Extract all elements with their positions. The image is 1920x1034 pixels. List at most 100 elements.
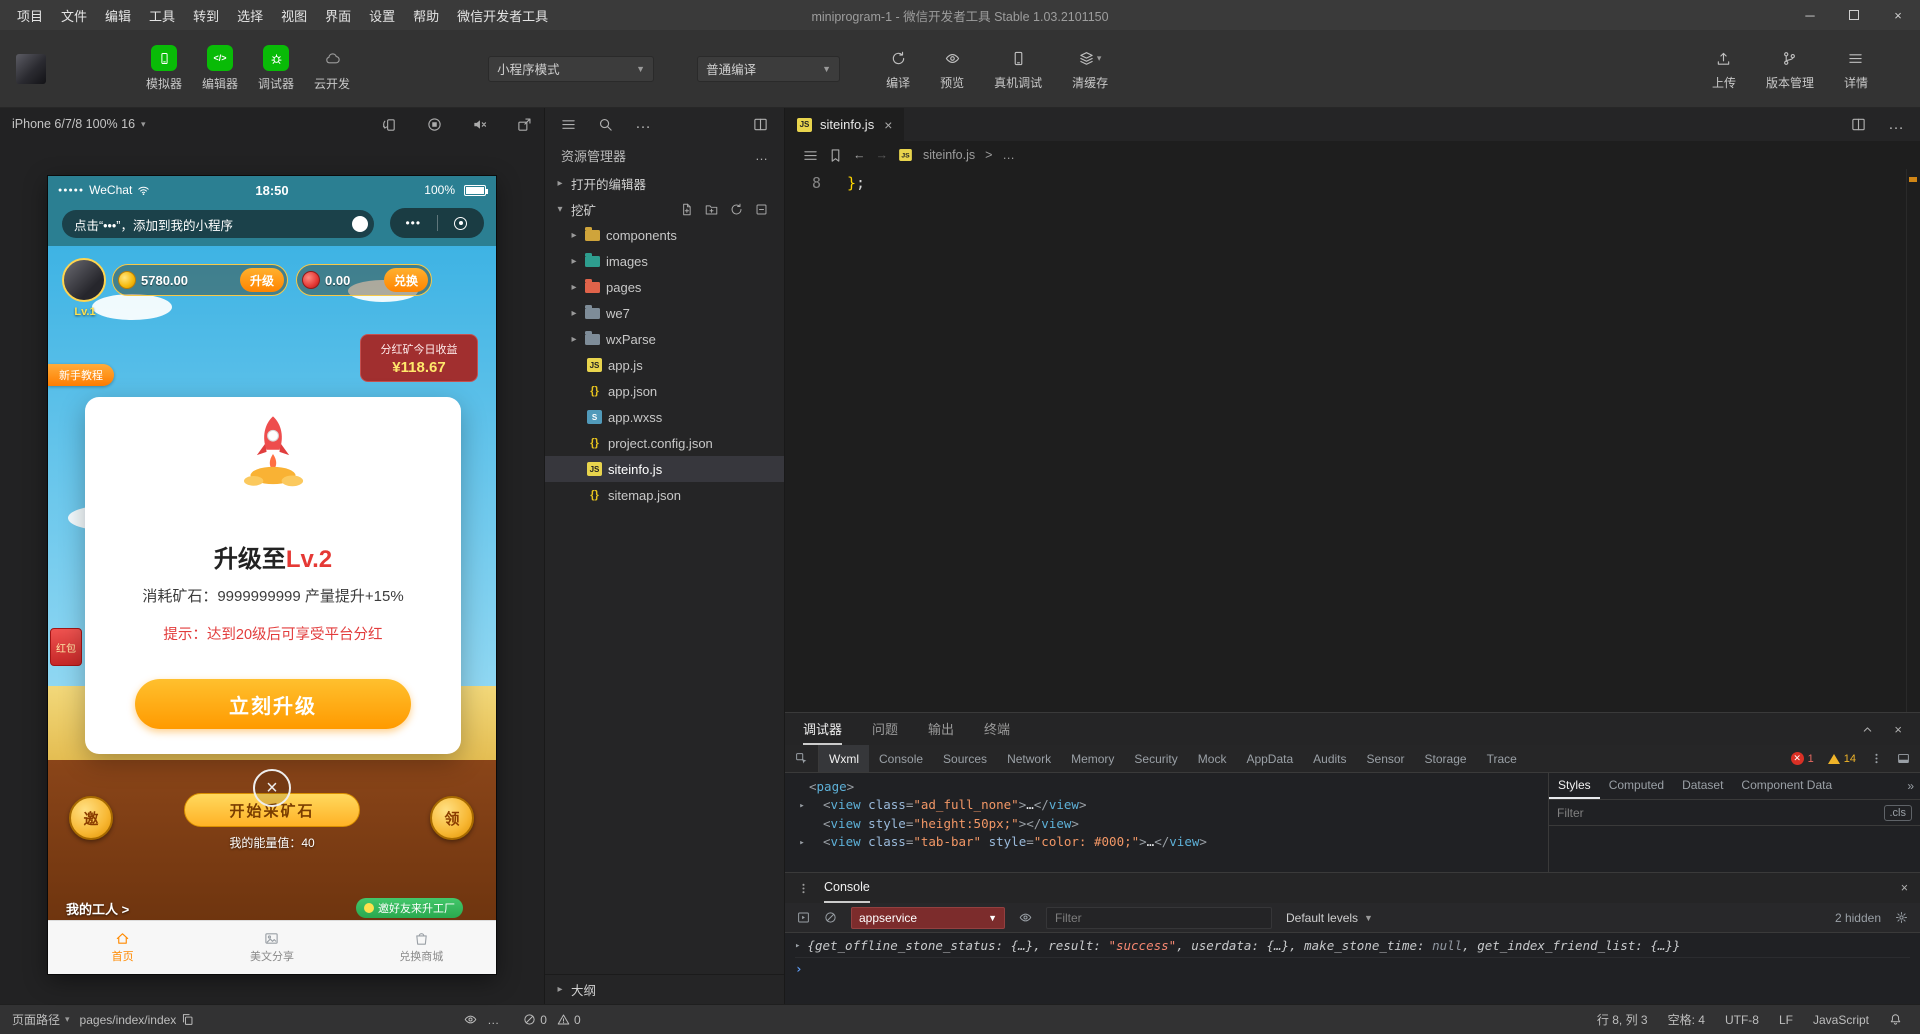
search-icon[interactable]	[598, 117, 613, 132]
maximize-button[interactable]	[1832, 0, 1876, 30]
panel-tab-terminal[interactable]: 终端	[984, 713, 1010, 745]
devtools-tab-wxml[interactable]: Wxml	[819, 745, 869, 772]
tree-folder-images[interactable]: ▸ images	[545, 248, 784, 274]
split-editor-icon[interactable]	[753, 117, 768, 132]
upload-button[interactable]: 上传	[1712, 46, 1736, 91]
problems-indicator[interactable]: 0 0	[523, 1013, 581, 1027]
more-icon[interactable]: …	[487, 1013, 499, 1027]
eye-icon[interactable]	[1019, 911, 1032, 924]
bell-icon[interactable]	[1889, 1013, 1902, 1026]
gear-icon[interactable]	[1895, 911, 1908, 924]
devtools-tab-sensor[interactable]: Sensor	[1357, 745, 1415, 772]
tab-home[interactable]: 首页	[48, 920, 197, 974]
styles-filter-input[interactable]	[1557, 805, 1876, 820]
minimize-button[interactable]: ─	[1788, 0, 1832, 30]
dock-icon[interactable]	[1897, 752, 1910, 765]
outline-section[interactable]: ▸ 大纲	[545, 974, 784, 1004]
devtools-tab-sources[interactable]: Sources	[933, 745, 997, 772]
outline-list-icon[interactable]	[561, 117, 576, 132]
page-path-select[interactable]: 页面路径 ▾	[12, 1011, 70, 1028]
breadcrumb-more[interactable]: …	[1002, 148, 1015, 162]
styles-tab-component-data[interactable]: Component Data	[1732, 773, 1841, 799]
devtools-tab-audits[interactable]: Audits	[1303, 745, 1356, 772]
encoding-setting[interactable]: UTF-8	[1725, 1013, 1759, 1027]
chevron-right-icon[interactable]: ▸	[795, 833, 809, 852]
eye-icon[interactable]	[464, 1013, 477, 1026]
cls-button[interactable]: .cls	[1883, 804, 1912, 821]
close-panel-icon[interactable]: ×	[1894, 722, 1902, 737]
breadcrumb-file[interactable]: siteinfo.js	[923, 148, 975, 162]
language-mode[interactable]: JavaScript	[1813, 1013, 1869, 1027]
menu-item[interactable]: 工具	[140, 6, 184, 25]
console-prompt-row[interactable]: ›	[795, 958, 1910, 980]
chevrons-right-icon[interactable]: »	[1901, 773, 1920, 799]
panel-tab-debugger[interactable]: 调试器	[803, 713, 843, 745]
rotate-device-icon[interactable]	[382, 117, 397, 132]
tree-file-app-wxss[interactable]: S app.wxss	[545, 404, 784, 430]
tree-folder-components[interactable]: ▸ components	[545, 222, 784, 248]
devtools-tab-security[interactable]: Security	[1124, 745, 1187, 772]
styles-tab-dataset[interactable]: Dataset	[1673, 773, 1732, 799]
explorer-more-icon[interactable]: …	[755, 148, 768, 163]
exchange-button[interactable]: 兑换	[383, 268, 428, 292]
capsule-more-button[interactable]: •••	[390, 216, 437, 230]
devtools-tab-memory[interactable]: Memory	[1061, 745, 1124, 772]
devtools-tab-appdata[interactable]: AppData	[1236, 745, 1303, 772]
tutorial-badge[interactable]: 新手教程	[48, 364, 114, 386]
popout-icon[interactable]	[517, 117, 532, 132]
clear-cache-button[interactable]: ▾ 清缓存	[1072, 46, 1108, 91]
copy-icon[interactable]	[181, 1013, 194, 1026]
panel-tab-problems[interactable]: 问题	[872, 713, 898, 745]
panel-tab-output[interactable]: 输出	[928, 713, 954, 745]
styles-tab-computed[interactable]: Computed	[1600, 773, 1673, 799]
dividend-income-box[interactable]: 分红矿今日收益 ¥118.67	[360, 334, 478, 382]
upgrade-now-button[interactable]: 立刻升级	[135, 679, 411, 729]
outline-list-icon[interactable]	[803, 148, 818, 163]
debugger-toggle-button[interactable]: 调试器	[258, 45, 294, 92]
menu-item[interactable]: 选择	[228, 6, 272, 25]
more-icon[interactable]: …	[635, 115, 651, 133]
device-debug-button[interactable]: 真机调试	[994, 46, 1042, 91]
close-console-icon[interactable]: ×	[1901, 873, 1908, 903]
tab-share[interactable]: 美文分享	[197, 920, 346, 974]
styles-tab-styles[interactable]: Styles	[1549, 773, 1600, 799]
simulator-toggle-button[interactable]: 模拟器	[146, 45, 182, 92]
compile-button[interactable]: 编译	[886, 46, 910, 91]
record-icon[interactable]	[427, 117, 442, 132]
page-path[interactable]: pages/index/index	[80, 1013, 195, 1027]
cloud-dev-button[interactable]: 云开发	[314, 45, 350, 92]
modal-close-button[interactable]: ×	[253, 769, 291, 807]
close-tab-icon[interactable]: ×	[884, 117, 892, 133]
open-editors-section[interactable]: ▸ 打开的编辑器	[545, 170, 784, 196]
back-icon[interactable]: ←	[853, 148, 866, 162]
kebab-menu-icon[interactable]	[1870, 752, 1883, 765]
split-editor-icon[interactable]	[1851, 117, 1866, 132]
user-avatar[interactable]	[16, 53, 46, 84]
menu-item[interactable]: 界面	[316, 6, 360, 25]
error-badge[interactable]: ✕ 1	[1790, 752, 1814, 765]
mute-icon[interactable]	[472, 117, 487, 132]
forward-icon[interactable]: →	[876, 148, 889, 162]
tree-file-app-js[interactable]: JS app.js	[545, 352, 784, 378]
player-avatar[interactable]	[62, 258, 106, 302]
refresh-icon[interactable]	[730, 203, 743, 216]
upgrade-button[interactable]: 升级	[239, 268, 284, 292]
console-filter-input[interactable]	[1055, 910, 1263, 925]
close-window-button[interactable]: ×	[1876, 0, 1920, 30]
clear-console-icon[interactable]	[824, 911, 837, 924]
tab-shop[interactable]: 兑换商城	[347, 920, 496, 974]
editor-toggle-button[interactable]: </> 编辑器	[202, 45, 238, 92]
red-packet-badge[interactable]: 红包	[50, 628, 82, 666]
tree-file-sitemap-json[interactable]: {} sitemap.json	[545, 482, 784, 508]
compile-mode-select[interactable]: 普通编译 ▼	[697, 55, 841, 82]
console-log-row[interactable]: ▸ {get_offline_stone_status: {…}, result…	[795, 935, 1910, 958]
chevron-right-icon[interactable]: ▸	[795, 935, 800, 957]
console-sidebar-icon[interactable]	[797, 911, 810, 924]
chevron-up-icon[interactable]	[1861, 723, 1874, 736]
menu-item[interactable]: 文件	[52, 6, 96, 25]
claim-circle-button[interactable]: 领	[430, 796, 474, 840]
capsule-exit-button[interactable]	[438, 216, 485, 230]
cursor-position[interactable]: 行 8, 列 3	[1597, 1011, 1648, 1028]
menu-item[interactable]: 微信开发者工具	[448, 6, 557, 25]
console-tab[interactable]: Console	[824, 873, 870, 903]
